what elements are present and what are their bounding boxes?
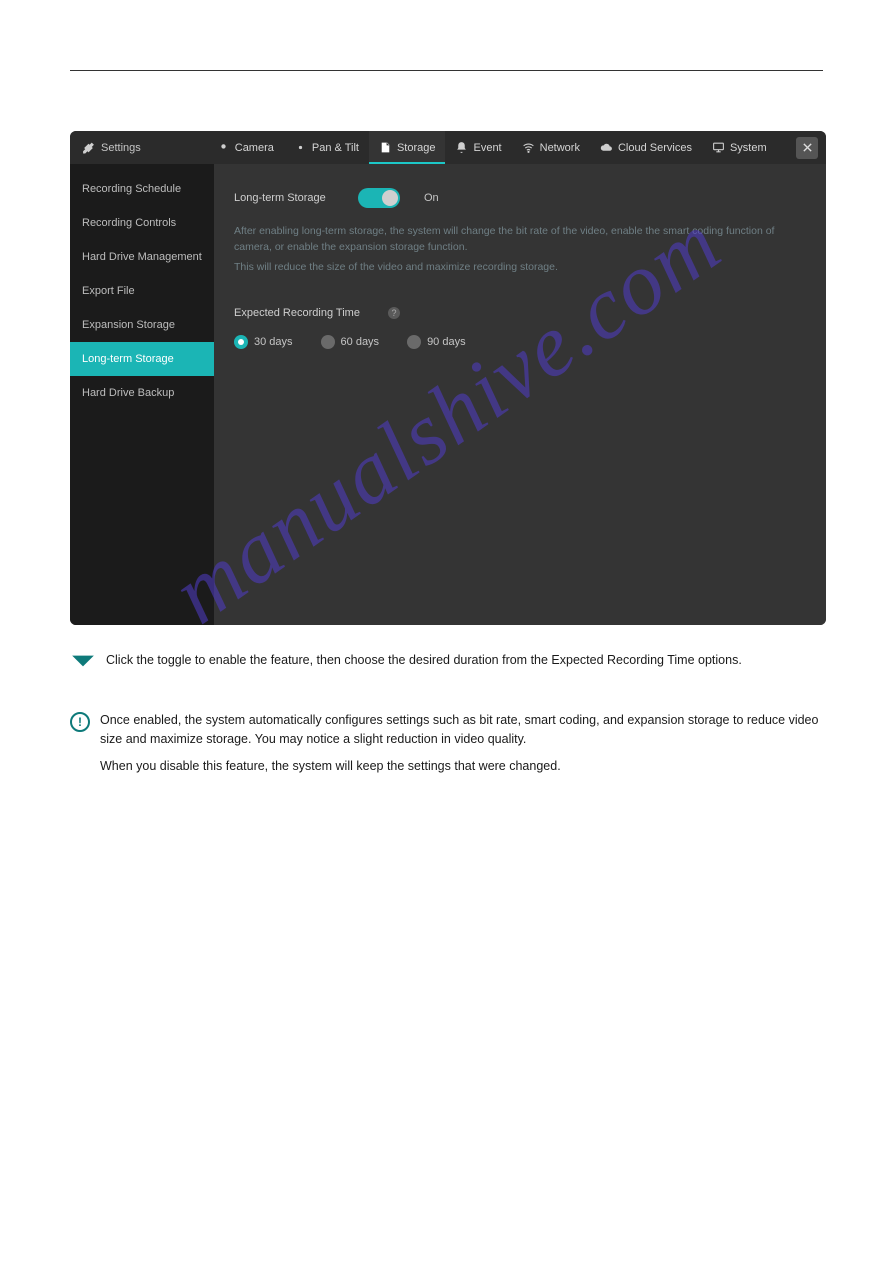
sidebar-item-recording-controls[interactable]: Recording Controls <box>70 206 214 240</box>
tab-storage[interactable]: Storage <box>369 131 446 164</box>
description-line-2: This will reduce the size of the video a… <box>234 260 806 276</box>
tab-bar: Camera Pan & Tilt Storage Event <box>207 131 790 164</box>
notice-text-1: Once enabled, the system automatically c… <box>100 711 823 749</box>
long-term-storage-label: Long-term Storage <box>234 192 344 204</box>
tab-cloud[interactable]: Cloud Services <box>590 131 702 164</box>
sidebar-item-recording-schedule[interactable]: Recording Schedule <box>70 172 214 206</box>
system-icon <box>712 141 725 154</box>
expected-time-options: 30 days 60 days 90 days <box>234 335 806 349</box>
cloud-icon <box>600 141 613 154</box>
tab-pantilt[interactable]: Pan & Tilt <box>284 131 369 164</box>
tab-network[interactable]: Network <box>512 131 590 164</box>
long-term-storage-toggle[interactable] <box>358 188 400 208</box>
description-line-1: After enabling long-term storage, the sy… <box>234 224 806 256</box>
notice-text-2: When you disable this feature, the syste… <box>100 757 823 776</box>
chevron-down-icon <box>70 651 96 671</box>
sidebar-item-long-term-storage[interactable]: Long-term Storage <box>70 342 214 376</box>
close-icon <box>802 142 813 153</box>
help-icon[interactable]: ? <box>388 307 400 319</box>
toggle-knob <box>382 190 398 206</box>
close-button[interactable] <box>796 137 818 159</box>
tab-event[interactable]: Event <box>445 131 511 164</box>
settings-window: Settings Camera Pan & Tilt Storage <box>70 131 826 625</box>
sidebar-item-hard-drive-management[interactable]: Hard Drive Management <box>70 240 214 274</box>
radio-90-days[interactable]: 90 days <box>407 335 466 349</box>
titlebar: Settings Camera Pan & Tilt Storage <box>70 131 826 164</box>
settings-icon <box>82 141 95 154</box>
sidebar-item-hard-drive-backup[interactable]: Hard Drive Backup <box>70 376 214 410</box>
window-title-text: Settings <box>101 142 141 154</box>
tab-system[interactable]: System <box>702 131 777 164</box>
storage-icon <box>379 141 392 154</box>
network-icon <box>522 141 535 154</box>
sidebar: Recording Schedule Recording Controls Ha… <box>70 164 214 625</box>
horizontal-rule <box>70 70 823 71</box>
tab-camera[interactable]: Camera <box>207 131 284 164</box>
window-title: Settings <box>82 141 141 154</box>
camera-icon <box>217 141 230 154</box>
content-pane: Long-term Storage On After enabling long… <box>214 164 826 625</box>
expected-recording-time-label: Expected Recording Time <box>234 307 374 319</box>
radio-60-days[interactable]: 60 days <box>321 335 380 349</box>
sidebar-item-expansion-storage[interactable]: Expansion Storage <box>70 308 214 342</box>
toggle-state-label: On <box>424 192 439 204</box>
pantilt-icon <box>294 141 307 154</box>
step-text: Click the toggle to enable the feature, … <box>106 651 742 670</box>
event-icon <box>455 141 468 154</box>
sidebar-item-export-file[interactable]: Export File <box>70 274 214 308</box>
radio-30-days[interactable]: 30 days <box>234 335 293 349</box>
notice-icon: ! <box>70 712 90 732</box>
